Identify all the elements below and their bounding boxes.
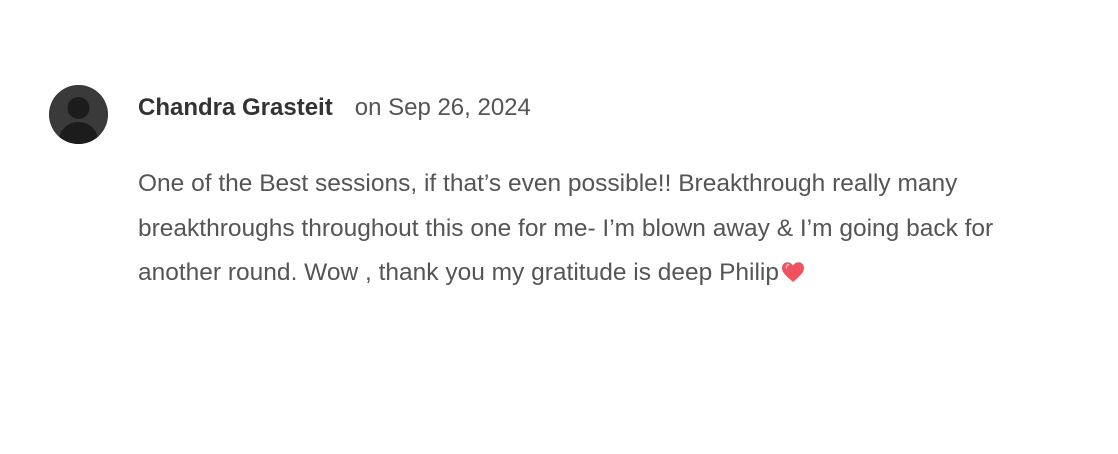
review-body: One of the Best sessions, if that’s even… <box>138 162 1083 296</box>
red-heart-icon <box>780 260 806 284</box>
review-date: on Sep 26, 2024 <box>354 94 531 121</box>
review-page: Chandra Grasteit on Sep 26, 2024 One of … <box>0 0 1118 454</box>
review-text: One of the Best sessions, if that’s even… <box>138 170 994 286</box>
review-header: Chandra Grasteit on Sep 26, 2024 <box>138 94 531 124</box>
default-user-avatar-icon <box>49 85 108 144</box>
review-author: Chandra Grasteit <box>138 94 333 121</box>
